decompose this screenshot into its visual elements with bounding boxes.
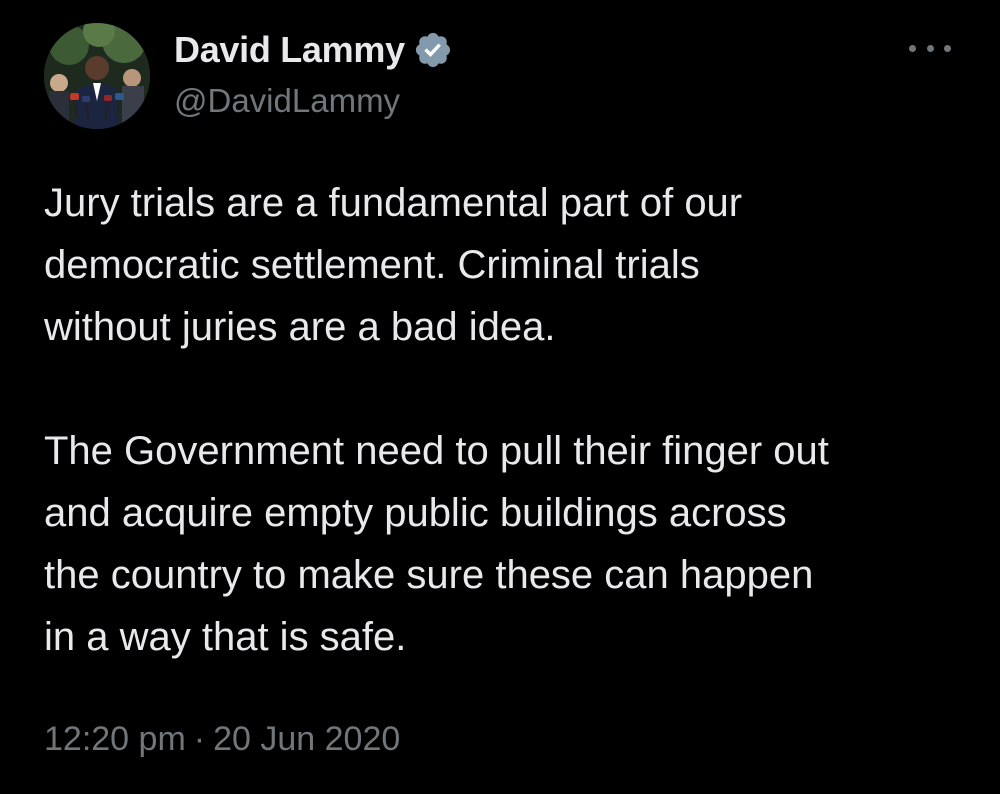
tweet-date: 20 Jun 2020 [213,720,401,758]
tweet-timestamp[interactable]: 12:20 pm · 20 Jun 2020 [44,720,400,759]
timestamp-separator: · [193,720,206,758]
author-display-name[interactable]: David Lammy [174,29,405,71]
avatar[interactable] [44,23,150,129]
tweet-time: 12:20 pm [44,720,186,758]
tweet-paragraph-2: The Government need to pull their finger… [44,429,829,659]
tweet-card: David Lammy @DavidLammy Jury trials are … [0,0,1000,794]
tweet-paragraph-1: Jury trials are a fundamental part of ou… [44,181,743,349]
tweet-text: Jury trials are a fundamental part of ou… [44,172,974,668]
dot [944,44,951,52]
dot [909,44,916,52]
author-name-row: David Lammy [174,27,453,73]
verified-badge-icon[interactable] [413,30,453,70]
author-handle[interactable]: @DavidLammy [174,82,400,120]
more-options-icon[interactable] [905,30,955,66]
dot [926,44,934,52]
